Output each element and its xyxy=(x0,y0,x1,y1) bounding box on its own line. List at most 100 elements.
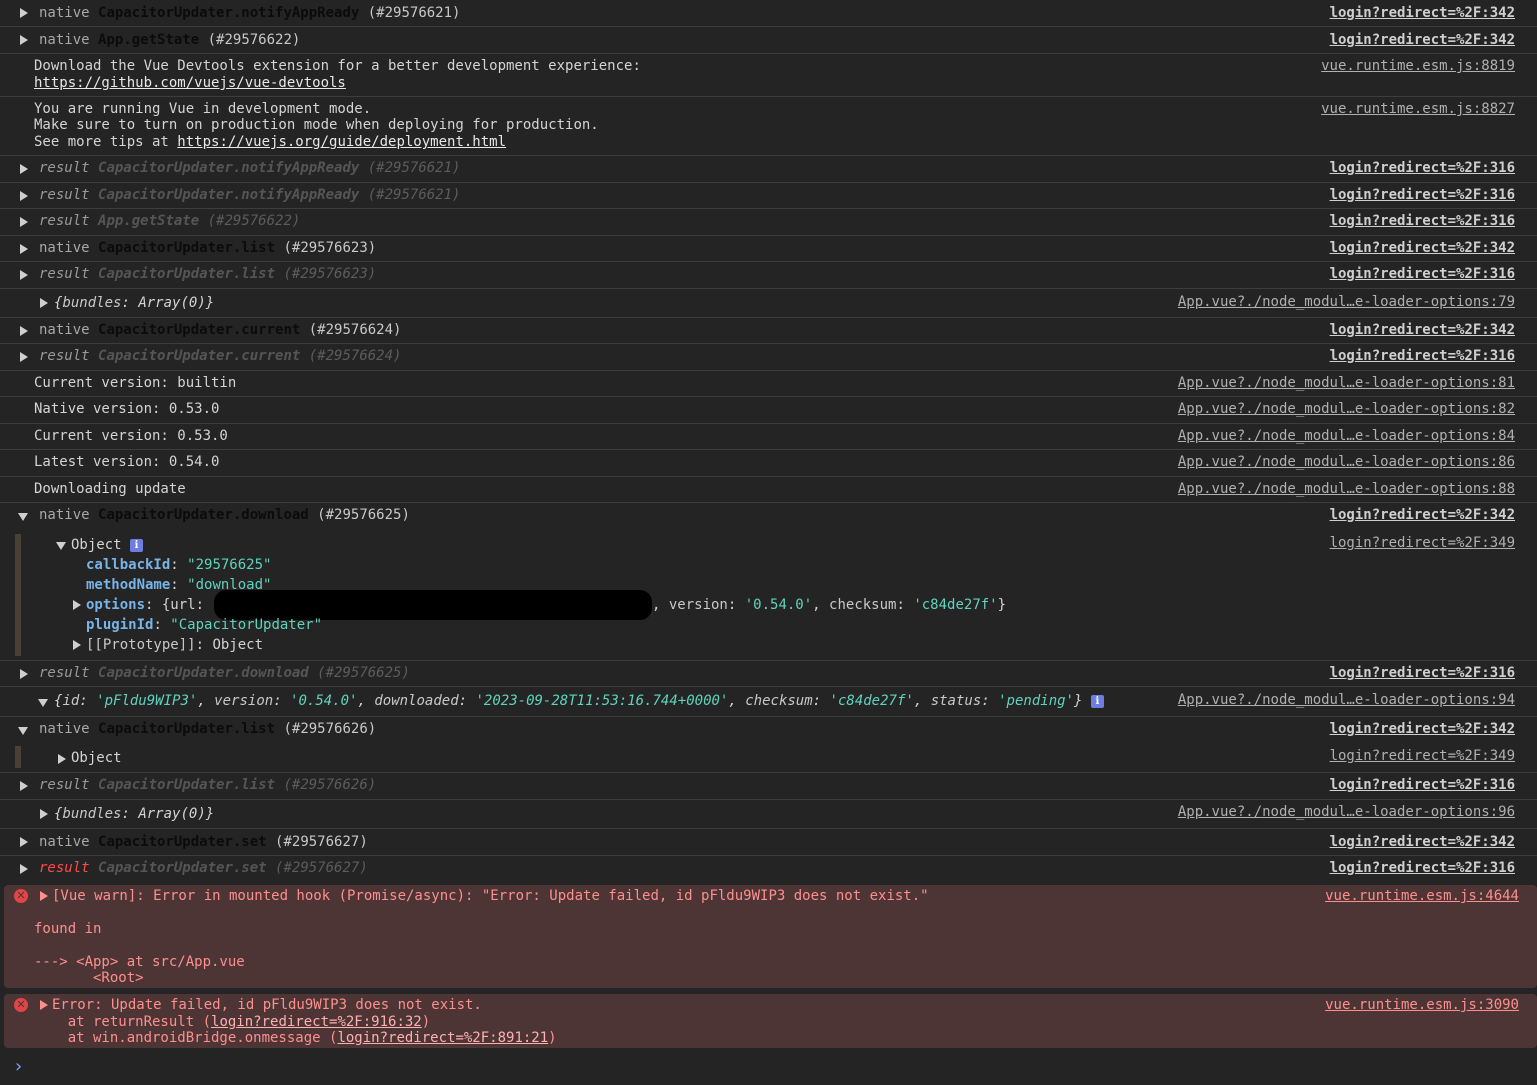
source-link[interactable]: login?redirect=%2F:316 xyxy=(1330,187,1515,204)
expand-arrow-icon[interactable] xyxy=(40,1000,48,1010)
console-error[interactable]: ✕ [Vue warn]: Error in mounted hook (Pro… xyxy=(4,885,1537,988)
console-error[interactable]: ✕ Error: Update failed, id pFldu9WIP3 do… xyxy=(4,994,1537,1048)
error-icon: ✕ xyxy=(14,889,28,903)
console-message[interactable]: result CapacitorUpdater.notifyAppReady (… xyxy=(0,156,1537,183)
source-link[interactable]: login?redirect=%2F:342 xyxy=(1330,721,1515,738)
error-icon: ✕ xyxy=(14,998,28,1012)
console-message[interactable]: result CapacitorUpdater.list (#29576626)… xyxy=(0,773,1537,800)
console-message[interactable]: {bundles: Array(0)} App.vue?./node_modul… xyxy=(0,289,1537,318)
collapse-arrow-icon[interactable] xyxy=(56,542,66,550)
message-text: Download the Vue Devtools extension for … xyxy=(34,58,641,74)
console-message[interactable]: native CapacitorUpdater.set (#29576627) … xyxy=(0,829,1537,856)
collapse-arrow-icon[interactable] xyxy=(18,727,28,735)
console-message[interactable]: result CapacitorUpdater.current (#295766… xyxy=(0,344,1537,371)
stack-link[interactable]: login?redirect=%2F:891:21 xyxy=(337,1030,548,1046)
deployment-link[interactable]: https://vuejs.org/guide/deployment.html xyxy=(177,134,506,150)
expand-arrow-icon[interactable] xyxy=(20,669,28,679)
object-property[interactable]: options: {url: xyxy=(86,597,212,614)
group-gutter xyxy=(15,746,21,768)
source-link[interactable]: App.vue?./node_modul…e-loader-options:82 xyxy=(1178,401,1515,418)
source-link[interactable]: login?redirect=%2F:342 xyxy=(1330,507,1515,524)
console-message[interactable]: result CapacitorUpdater.set (#29576627) … xyxy=(0,856,1537,883)
source-link[interactable]: App.vue?./node_modul…e-loader-options:81 xyxy=(1178,375,1515,392)
devtools-link[interactable]: https://github.com/vuejs/vue-devtools xyxy=(34,75,346,92)
info-icon[interactable]: i xyxy=(130,538,144,552)
source-link[interactable]: App.vue?./node_modul…e-loader-options:96 xyxy=(1178,804,1515,821)
expand-arrow-icon[interactable] xyxy=(20,191,28,201)
expand-arrow-icon[interactable] xyxy=(20,781,28,791)
stack-link[interactable]: login?redirect=%2F:916:32 xyxy=(211,1014,422,1030)
console-message[interactable]: result CapacitorUpdater.download (#29576… xyxy=(0,661,1537,687)
console-message[interactable]: result App.getState (#29576622) login?re… xyxy=(0,209,1537,236)
expand-arrow-icon[interactable] xyxy=(20,837,28,847)
expand-arrow-icon[interactable] xyxy=(40,298,48,308)
console-message[interactable]: native CapacitorUpdater.notifyAppReady (… xyxy=(0,0,1537,27)
message-text: result CapacitorUpdater.list (#29576626) xyxy=(39,777,377,793)
source-link[interactable]: login?redirect=%2F:342 xyxy=(1330,32,1515,49)
message-text: result CapacitorUpdater.notifyAppReady (… xyxy=(39,160,461,176)
console-message[interactable]: native CapacitorUpdater.list (#29576623)… xyxy=(0,236,1537,262)
console-message[interactable]: native App.getState (#29576622) login?re… xyxy=(0,27,1537,54)
object-label[interactable]: Object xyxy=(71,750,122,767)
source-link[interactable]: App.vue?./node_modul…e-loader-options:94 xyxy=(1178,692,1515,709)
source-link[interactable]: login?redirect=%2F:342 xyxy=(1330,5,1515,22)
info-icon[interactable]: i xyxy=(1090,694,1104,708)
expand-arrow-icon[interactable] xyxy=(20,8,28,18)
source-link[interactable]: vue.runtime.esm.js:8827 xyxy=(1321,101,1515,118)
source-link[interactable]: login?redirect=%2F:316 xyxy=(1330,266,1515,283)
console-message[interactable]: result CapacitorUpdater.notifyAppReady (… xyxy=(0,183,1537,209)
source-link[interactable]: login?redirect=%2F:316 xyxy=(1330,348,1515,365)
source-link[interactable]: login?redirect=%2F:316 xyxy=(1330,777,1515,794)
source-link[interactable]: login?redirect=%2F:349 xyxy=(1330,535,1515,552)
console-prompt-icon[interactable]: › xyxy=(13,1057,24,1077)
expand-arrow-icon[interactable] xyxy=(73,600,81,610)
message-text: Current version: 0.53.0 xyxy=(34,428,228,444)
source-link[interactable]: App.vue?./node_modul…e-loader-options:79 xyxy=(1178,294,1515,311)
source-link[interactable]: login?redirect=%2F:349 xyxy=(1330,748,1515,765)
source-link[interactable]: login?redirect=%2F:316 xyxy=(1330,213,1515,230)
message-text: native CapacitorUpdater.list (#29576626) xyxy=(39,721,377,737)
source-link[interactable]: vue.runtime.esm.js:4644 xyxy=(1325,888,1519,905)
object-property: , version: '0.54.0', checksum: 'c84de27f… xyxy=(652,597,1007,613)
expand-arrow-icon[interactable] xyxy=(40,891,48,901)
console-message: Native version: 0.53.0 App.vue?./node_mo… xyxy=(0,397,1537,424)
expand-arrow-icon[interactable] xyxy=(58,754,66,764)
console-message[interactable]: native CapacitorUpdater.list (#29576626)… xyxy=(0,717,1537,743)
message-text: result App.getState (#29576622) xyxy=(39,213,301,229)
expand-arrow-icon[interactable] xyxy=(20,164,28,174)
console-message[interactable]: native CapacitorUpdater.current (#295766… xyxy=(0,318,1537,344)
expand-arrow-icon[interactable] xyxy=(20,270,28,280)
source-link[interactable]: login?redirect=%2F:316 xyxy=(1330,160,1515,177)
expand-arrow-icon[interactable] xyxy=(20,326,28,336)
expand-arrow-icon[interactable] xyxy=(20,35,28,45)
console-message: Downloading update App.vue?./node_modul…… xyxy=(0,477,1537,503)
expand-arrow-icon[interactable] xyxy=(20,864,28,874)
message-text: You are running Vue in development mode. xyxy=(34,101,372,117)
expand-arrow-icon[interactable] xyxy=(40,809,48,819)
expand-arrow-icon[interactable] xyxy=(20,352,28,362)
collapse-arrow-icon[interactable] xyxy=(38,699,48,707)
source-link[interactable]: login?redirect=%2F:342 xyxy=(1330,322,1515,339)
source-link[interactable]: login?redirect=%2F:316 xyxy=(1330,860,1515,877)
console-message[interactable]: result CapacitorUpdater.list (#29576623)… xyxy=(0,262,1537,289)
object-preview: {bundles: Array(0)} xyxy=(54,295,215,311)
expand-arrow-icon[interactable] xyxy=(73,640,81,650)
message-text: Make sure to turn on production mode whe… xyxy=(34,117,599,133)
source-link[interactable]: login?redirect=%2F:316 xyxy=(1330,665,1515,682)
console-message[interactable]: {id: 'pFldu9WIP3', version: '0.54.0', do… xyxy=(0,687,1537,717)
source-link[interactable]: login?redirect=%2F:342 xyxy=(1330,834,1515,851)
source-link[interactable]: login?redirect=%2F:342 xyxy=(1330,240,1515,257)
source-link[interactable]: vue.runtime.esm.js:8819 xyxy=(1321,58,1515,75)
object-property[interactable]: [[Prototype]]: Object xyxy=(86,637,263,654)
source-link[interactable]: App.vue?./node_modul…e-loader-options:86 xyxy=(1178,454,1515,471)
source-link[interactable]: App.vue?./node_modul…e-loader-options:88 xyxy=(1178,481,1515,498)
object-preview: {id: 'pFldu9WIP3', version: '0.54.0', do… xyxy=(54,693,1104,710)
expand-arrow-icon[interactable] xyxy=(20,244,28,254)
console-message[interactable]: {bundles: Array(0)} App.vue?./node_modul… xyxy=(0,800,1537,829)
source-link[interactable]: vue.runtime.esm.js:3090 xyxy=(1325,997,1519,1014)
expand-arrow-icon[interactable] xyxy=(20,217,28,227)
collapse-arrow-icon[interactable] xyxy=(18,513,28,521)
source-link[interactable]: App.vue?./node_modul…e-loader-options:84 xyxy=(1178,428,1515,445)
object-label[interactable]: Object i xyxy=(71,537,144,554)
console-message[interactable]: native CapacitorUpdater.download (#29576… xyxy=(0,503,1537,530)
